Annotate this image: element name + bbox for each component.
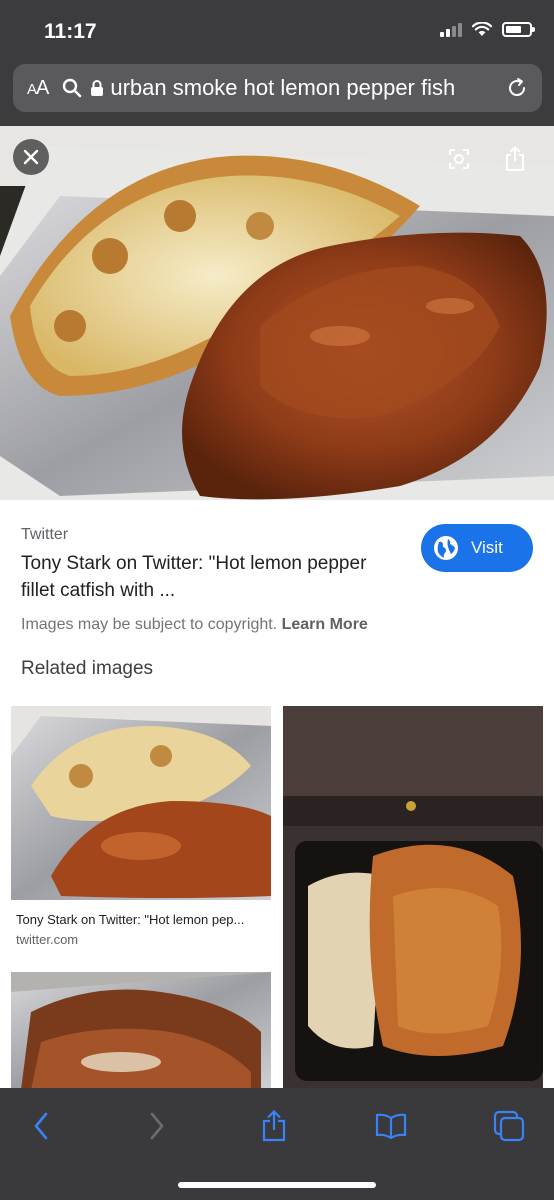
forward-icon: [150, 1112, 164, 1140]
visit-label: Visit: [471, 538, 503, 557]
address-bar[interactable]: AA urban smoke hot lemon pepper fish: [13, 64, 542, 112]
related-image-card[interactable]: [11, 972, 271, 1090]
hero-image[interactable]: [0, 126, 554, 500]
source-name: Twitter: [21, 526, 69, 543]
result-title[interactable]: Tony Stark on Twitter: "Hot lemon pepper…: [21, 550, 401, 604]
lock-icon: [91, 80, 104, 96]
related-image: [11, 706, 271, 900]
close-icon: [23, 149, 39, 165]
bookmarks-button[interactable]: [371, 1106, 411, 1146]
related-image-caption: Tony Stark on Twitter: "Hot lemon pep...: [16, 912, 245, 927]
share-icon: [262, 1110, 286, 1142]
share-page-button[interactable]: [254, 1106, 294, 1146]
browser-top-bar: 11:17 AA urban smoke hot lemon pepper fi…: [0, 0, 554, 126]
visit-button[interactable]: Visit: [421, 524, 533, 572]
forward-button[interactable]: [137, 1106, 177, 1146]
copyright-text: Images may be subject to copyright.: [21, 616, 278, 633]
learn-more-link[interactable]: Learn More: [282, 616, 368, 633]
tabs-icon: [493, 1110, 525, 1142]
wifi-icon: [472, 22, 492, 36]
lens-button[interactable]: [443, 143, 475, 175]
close-button[interactable]: [13, 139, 49, 175]
back-button[interactable]: [21, 1106, 61, 1146]
reload-icon[interactable]: [506, 77, 528, 99]
battery-icon: [502, 22, 535, 37]
lens-icon: [449, 149, 469, 169]
tabs-button[interactable]: [489, 1106, 529, 1146]
home-indicator: [178, 1182, 376, 1188]
cellular-signal-icon: [440, 22, 462, 37]
status-time: 11:17: [44, 20, 97, 43]
url-text: urban smoke hot lemon pepper fish: [110, 75, 456, 100]
globe-icon: [434, 536, 458, 560]
copyright-notice: Images may be subject to copyright. Lear…: [21, 616, 368, 634]
image-details-panel: Twitter Tony Stark on Twitter: "Hot lemo…: [0, 500, 554, 1090]
back-icon: [34, 1112, 48, 1140]
related-image-card[interactable]: Tony Stark on Twitter: "Hot lemon pep...…: [11, 706, 271, 960]
food-photo: [0, 126, 554, 500]
bookmarks-icon: [375, 1113, 407, 1139]
status-icons: [440, 22, 535, 37]
related-image: [11, 972, 271, 1090]
search-icon: [63, 78, 82, 98]
related-images-heading: Related images: [21, 658, 154, 679]
text-size-button[interactable]: AA: [27, 77, 49, 100]
related-image-card[interactable]: [283, 706, 543, 1090]
related-image: [283, 706, 543, 1090]
related-image-domain: twitter.com: [16, 932, 79, 947]
share-icon: [506, 146, 524, 171]
share-button[interactable]: [499, 143, 531, 175]
